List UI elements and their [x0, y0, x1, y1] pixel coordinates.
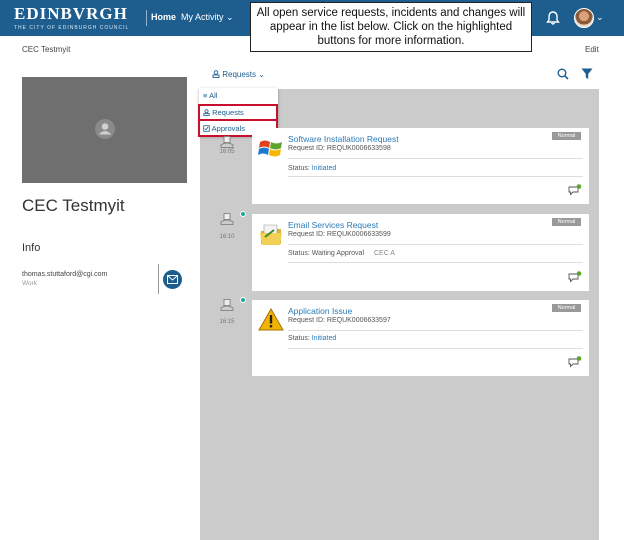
status-value: Initiated	[311, 165, 337, 172]
divider	[288, 176, 583, 177]
feed-type-label: Requests ⌄	[222, 70, 265, 79]
info-heading: Info	[22, 242, 41, 254]
dropdown-item-all[interactable]: ≡ All	[203, 91, 217, 100]
comment-icon[interactable]	[568, 356, 582, 368]
warning-icon	[258, 308, 284, 331]
council-logo[interactable]: EDINBVRGH THE CITY OF EDINBURGH COUNCIL	[14, 4, 129, 31]
status-extra: CEC A	[373, 250, 395, 257]
card-status: Status: Waiting Approval CEC A	[288, 250, 395, 257]
chevron-down-icon[interactable]: ⌄	[596, 12, 604, 23]
status-value: Waiting Approval	[311, 250, 365, 257]
edit-link[interactable]: Edit	[585, 45, 599, 54]
card-request-id: Request ID: REQUK0006633597	[288, 317, 391, 324]
nav-divider	[146, 10, 147, 26]
request-type-icon	[220, 299, 234, 311]
timeline-time: 16:15	[219, 319, 235, 325]
comment-icon[interactable]	[568, 184, 582, 196]
card-request-id: Request ID: REQUK0006633599	[288, 231, 391, 238]
card-status: Status: Initiated	[288, 165, 336, 172]
priority-badge: Normal	[552, 132, 581, 140]
unread-indicator	[240, 211, 246, 217]
email-folder-icon	[260, 224, 282, 245]
priority-badge: Normal	[552, 304, 581, 312]
request-type-icon	[220, 213, 234, 225]
email-type-label: Work	[22, 280, 38, 287]
send-email-button[interactable]	[163, 270, 182, 289]
requests-icon	[212, 70, 220, 78]
timeline-time: 16:05	[219, 149, 235, 155]
divider	[288, 158, 583, 159]
divider	[288, 244, 583, 245]
unread-indicator	[240, 297, 246, 303]
priority-badge: Normal	[552, 218, 581, 226]
card-request-id: Request ID: REQUK0006633598	[288, 145, 391, 152]
comment-icon[interactable]	[568, 271, 582, 283]
divider	[288, 262, 583, 263]
logo-subtitle: THE CITY OF EDINBURGH COUNCIL	[14, 25, 130, 31]
status-label: Status:	[288, 335, 312, 342]
filter-icon[interactable]	[581, 68, 593, 80]
card-status: Status: Initiated	[288, 335, 336, 342]
card-title[interactable]: Software Installation Request	[288, 134, 399, 144]
divider	[288, 330, 583, 331]
list-icon: ≡	[203, 91, 208, 100]
feed-type-selector[interactable]: Requests ⌄	[212, 70, 265, 79]
divider	[158, 264, 159, 294]
status-label: Status:	[288, 165, 312, 172]
windows-logo-icon	[258, 140, 282, 157]
nav-my-activity-menu[interactable]: My Activity ⌄	[181, 12, 234, 23]
notifications-bell-icon[interactable]	[545, 10, 561, 26]
user-avatar[interactable]	[574, 8, 594, 28]
search-icon[interactable]	[557, 68, 569, 80]
divider	[288, 348, 583, 349]
person-icon	[95, 119, 115, 139]
profile-name: CEC Testmyit	[22, 196, 125, 215]
logo-text: EDINBVRGH	[14, 4, 128, 23]
status-value: Initiated	[311, 335, 337, 342]
card-title[interactable]: Application Issue	[288, 306, 352, 316]
status-label: Status:	[288, 250, 312, 257]
nav-home-link[interactable]: Home	[151, 12, 176, 22]
request-card[interactable]: Application Issue Request ID: REQUK00066…	[252, 300, 589, 376]
envelope-icon	[167, 275, 178, 284]
request-card[interactable]: Software Installation Request Request ID…	[252, 128, 589, 204]
card-title[interactable]: Email Services Request	[288, 220, 378, 230]
request-type-icon	[220, 136, 234, 148]
breadcrumb: CEC Testmyit	[22, 45, 71, 54]
request-card[interactable]: Email Services Request Request ID: REQUK…	[252, 214, 589, 291]
instruction-tooltip: All open service requests, incidents and…	[250, 2, 532, 52]
dropdown-label: All	[209, 91, 218, 100]
profile-email[interactable]: thomas.stuttaford@cgi.com	[22, 271, 107, 278]
profile-photo-placeholder	[22, 77, 187, 183]
timeline-time: 16:10	[219, 234, 235, 240]
